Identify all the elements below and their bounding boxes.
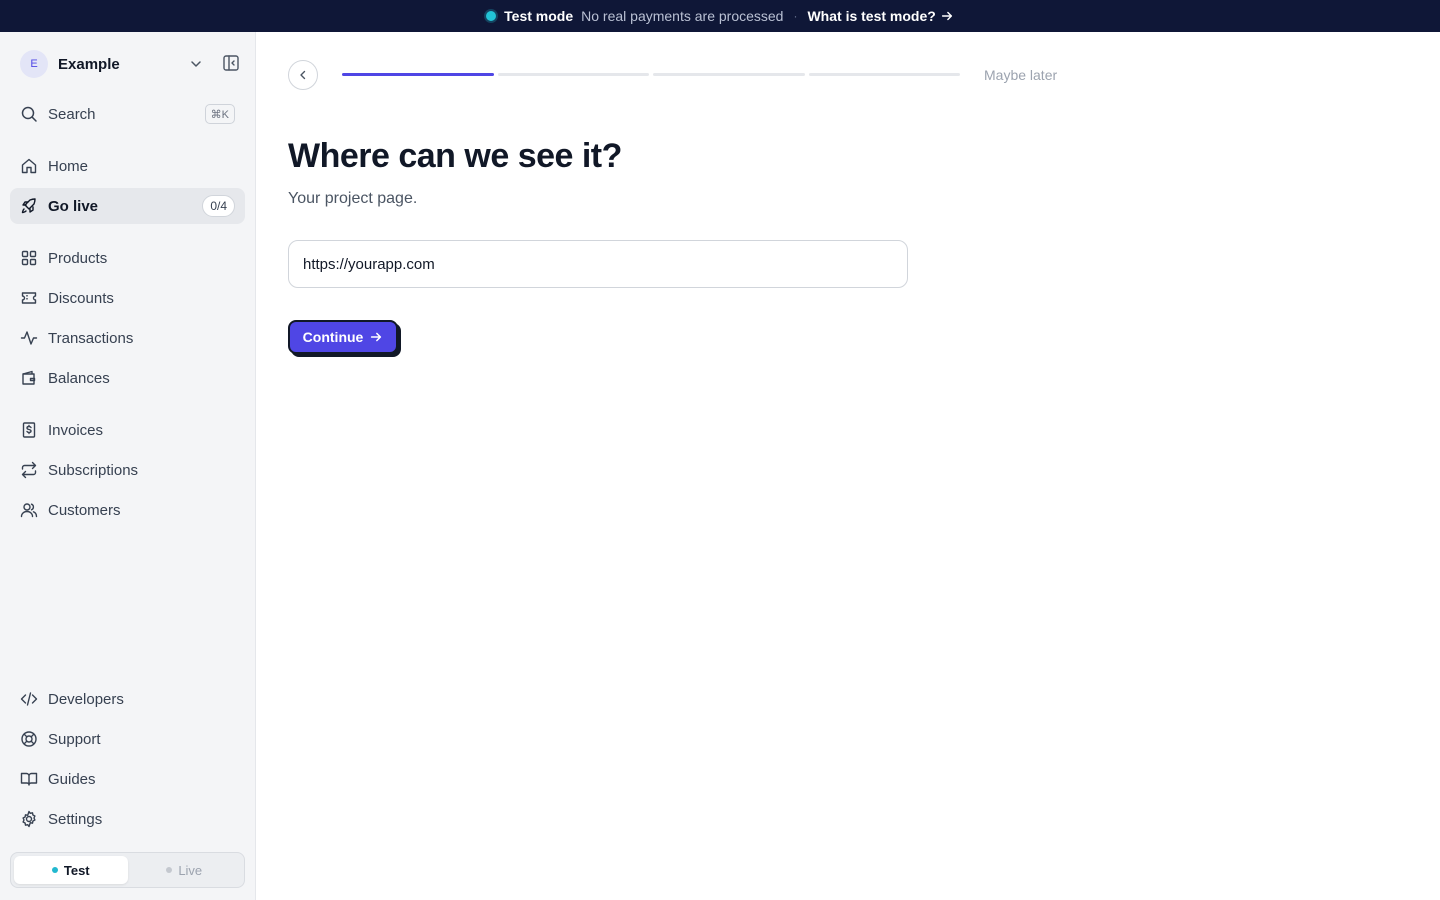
sidebar-item-label: Developers [48, 690, 124, 708]
test-mode-banner: Test mode No real payments are processed… [0, 0, 1440, 32]
code-icon [20, 692, 38, 706]
banner-separator: · [793, 9, 798, 23]
sidebar-item-label: Home [48, 157, 89, 175]
lifebuoy-icon [21, 731, 37, 747]
progress-step [497, 73, 649, 76]
sidebar-item-support[interactable]: Support [10, 721, 245, 757]
workspace-switcher[interactable]: E Example [20, 50, 240, 78]
home-icon [21, 158, 37, 174]
sidebar-item-home[interactable]: Home [10, 148, 245, 184]
test-mode-indicator-icon [486, 11, 497, 21]
sidebar-item-label: Invoices [48, 421, 104, 439]
sidebar-item-customers[interactable]: Customers [10, 492, 245, 528]
project-url-input[interactable] [288, 240, 908, 288]
users-icon [20, 503, 38, 518]
sidebar-item-settings[interactable]: Settings [10, 801, 245, 837]
progress-step [808, 73, 960, 76]
environment-live-option[interactable]: Live [128, 856, 242, 884]
invoice-icon [22, 422, 36, 438]
continue-button[interactable]: Continue [288, 320, 398, 354]
live-status-dot [166, 867, 173, 873]
banner-mode: Test mode [504, 8, 574, 24]
sidebar-item-label: Support [48, 730, 101, 748]
sidebar: E Example Search ⌘K Home Go live 0/4 Pro… [0, 32, 256, 900]
environment-test-option[interactable]: Test [14, 856, 128, 884]
rocket-icon [21, 198, 36, 214]
environment-toggle: Test Live [10, 852, 245, 888]
maybe-later-link[interactable]: Maybe later [984, 67, 1057, 83]
sidebar-item-label: Transactions [48, 329, 134, 347]
gear-icon [22, 810, 36, 828]
continue-label: Continue [302, 329, 364, 345]
sidebar-item-products[interactable]: Products [10, 240, 245, 276]
book-icon [20, 772, 38, 786]
sidebar-item-label: Balances [48, 369, 110, 387]
back-button[interactable] [288, 60, 318, 90]
page-subtitle: Your project page. [288, 190, 418, 207]
workspace-name: Example [58, 55, 120, 73]
sidebar-item-label: Discounts [48, 289, 114, 307]
sidebar-item-label: Settings [48, 810, 103, 828]
sidebar-item-developers[interactable]: Developers [10, 681, 245, 717]
onboarding-progress [342, 73, 960, 76]
collapse-sidebar-icon[interactable] [222, 54, 240, 72]
workspace-avatar: E [20, 50, 48, 78]
sidebar-item-label: Guides [48, 770, 96, 788]
environment-live-label: Live [178, 862, 203, 878]
ticket-icon [21, 292, 37, 304]
arrow-right-icon [941, 11, 952, 21]
test-status-dot [51, 867, 58, 873]
environment-test-label: Test [63, 862, 90, 878]
sidebar-item-invoices[interactable]: Invoices [10, 412, 245, 448]
sidebar-item-label: Subscriptions [48, 461, 139, 479]
sidebar-item-label: Go live [48, 197, 99, 215]
grid-icon [21, 250, 37, 266]
sidebar-item-label: Products [48, 249, 108, 267]
chevron-left-icon [300, 70, 306, 80]
banner-description: No real payments are processed [581, 8, 784, 24]
search-button[interactable]: Search ⌘K [10, 96, 245, 132]
sidebar-item-subscriptions[interactable]: Subscriptions [10, 452, 245, 488]
repeat-icon [21, 461, 37, 479]
sidebar-item-balances[interactable]: Balances [10, 360, 245, 396]
go-live-progress-badge: 0/4 [202, 195, 235, 217]
progress-step [342, 73, 494, 76]
banner-link-label: What is test mode? [807, 8, 936, 24]
sidebar-item-discounts[interactable]: Discounts [10, 280, 245, 316]
activity-icon [20, 331, 38, 345]
progress-step [653, 73, 805, 76]
wallet-icon [22, 370, 36, 385]
what-is-test-mode-link[interactable]: What is test mode? [807, 8, 953, 24]
sidebar-item-transactions[interactable]: Transactions [10, 320, 245, 356]
sidebar-item-go-live[interactable]: Go live 0/4 [10, 188, 245, 224]
search-icon [21, 106, 37, 122]
search-label: Search [48, 105, 96, 123]
sidebar-item-label: Customers [48, 501, 121, 519]
chevron-down-icon[interactable] [188, 56, 204, 72]
page-title: Where can we see it? [288, 137, 622, 175]
search-shortcut: ⌘K [204, 104, 235, 124]
sidebar-item-guides[interactable]: Guides [10, 761, 245, 797]
arrow-right-icon [371, 332, 382, 342]
